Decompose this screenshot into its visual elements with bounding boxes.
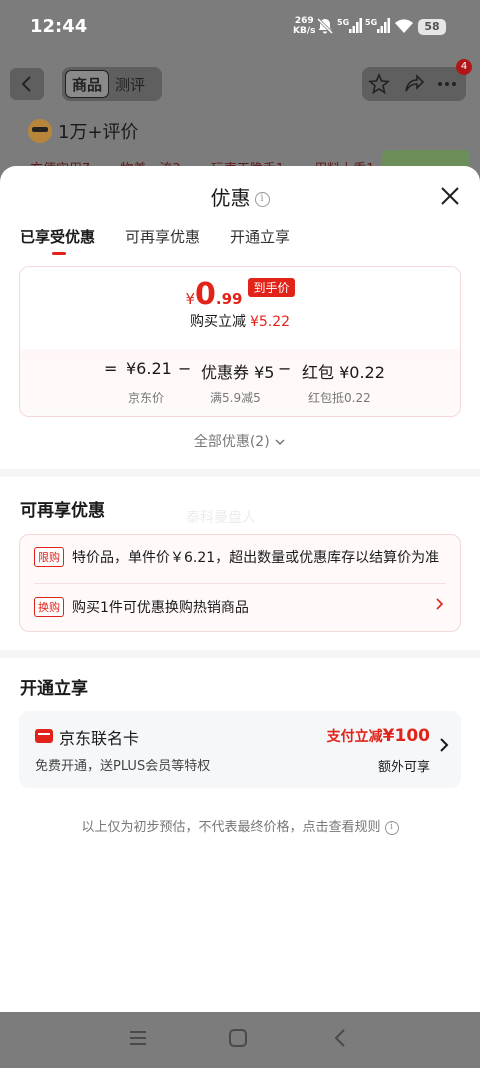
back-icon[interactable] [330,1028,350,1048]
card-name: 京东联名卡 [59,729,140,748]
product-review-switch[interactable]: 商品 测评 [62,67,162,101]
signal-5g-icon: 5G [337,18,362,33]
redpacket-amount: 红包 ¥0.22 [302,363,385,382]
battery-indicator: 58 [418,19,446,35]
status-bar: 12:44 269 KB/s 5G 5G 58 [0,0,480,54]
back-button[interactable] [10,68,44,100]
sheet-title: 优惠 i [0,182,480,211]
home-icon[interactable] [228,1028,248,1048]
share-icon[interactable] [403,73,425,95]
background-product-page: 商品 测评 4 1万+评价 方便实用7 物美一流3 玩声干脆手1 用料上乘1 [0,54,480,190]
jd-price: ¥6.21 [126,359,172,378]
menu-icon[interactable] [128,1028,148,1048]
more-deals-list: 限购 特价品，单件价￥6.21，超出数量或优惠库存以结算价为准 换购 购买1件可… [19,534,461,632]
coupon-amount: 优惠券 ¥5 [201,363,275,382]
section-divider [0,650,480,658]
info-icon: i [384,820,399,835]
info-icon[interactable]: i [254,192,270,207]
chevron-down-icon [275,439,285,446]
tab-more-deals[interactable]: 可再享优惠 [125,226,200,247]
chevron-left-icon [21,76,31,92]
net-speed: 269 KB/s [293,16,316,36]
top-right-actions: 4 [362,59,472,101]
redpacket-label: 红包抵0.22 [308,391,371,405]
system-nav-bar [0,1012,480,1068]
close-icon[interactable] [438,184,462,208]
status-time: 12:44 [30,16,88,37]
final-price: ¥ 0 .99 到手价 [20,267,460,311]
wifi-icon [395,19,413,33]
purchase-reduction: 购买立减 ¥5.22 [189,314,291,330]
jd-cobrand-card-offer[interactable]: 京东联名卡 免费开通，送PLUS会员等特权 支付立减¥100 额外可享 [19,711,461,788]
all-deals-toggle[interactable]: 全部优惠(2) [0,431,480,451]
section-divider [0,469,480,477]
price-breakdown-card: ¥ 0 .99 到手价 购买立减 ¥5.22 = ¥6.21 − 优惠券 ¥5 −… [19,266,461,417]
sheet-tabs: 已享受优惠 可再享优惠 开通立享 [20,226,320,255]
coupon-label: 满5.9减5 [210,391,261,405]
card-promo: 支付立减¥100 [326,726,430,746]
section-title-more-deals: 可再享优惠 [20,501,105,521]
star-icon[interactable] [368,73,390,95]
more-icon[interactable] [436,73,458,95]
svg-text:5G: 5G [365,18,377,27]
svg-text:5G: 5G [337,18,349,27]
tab-review[interactable]: 测评 [109,74,145,95]
price-formula: = ¥6.21 − 优惠券 ¥5 − 红包 ¥0.22 京东价 满5.9减5 红… [20,349,460,416]
tab-open-enjoy[interactable]: 开通立享 [230,226,290,247]
rules-footnote[interactable]: 以上仅为初步预估，不代表最终价格，点击查看规则 i [0,816,480,835]
final-price-tag: 到手价 [248,278,295,297]
deal-item-exchange[interactable]: 换购 购买1件可优惠换购热销商品 [34,595,249,619]
deal-pill: 换购 [34,597,64,617]
review-count[interactable]: 1万+评价 [28,118,139,144]
deal-item-limit[interactable]: 限购 特价品，单件价￥6.21，超出数量或优惠库存以结算价为准 [34,545,439,569]
signal-5g-icon: 5G [365,18,390,33]
watermark: 泰科曼盘人 [186,510,256,526]
jd-price-label: 京东价 [128,391,165,405]
chevron-right-icon[interactable] [434,597,444,611]
chevron-right-icon [440,738,449,752]
notification-badge: 4 [456,59,472,75]
mute-bell-icon [316,17,334,35]
sunglasses-emoji-icon [28,119,52,143]
credit-card-icon [35,729,53,743]
section-title-open-enjoy: 开通立享 [20,679,88,699]
discount-sheet: 优惠 i 已享受优惠 可再享优惠 开通立享 ¥ 0 .99 到手价 购买立减 ¥5.… [0,166,480,1012]
tab-enjoyed-deals[interactable]: 已享受优惠 [20,226,95,255]
card-extra: 额外可享 [377,760,430,775]
deal-divider [34,583,446,584]
tab-product[interactable]: 商品 [65,70,110,98]
card-desc: 免费开通，送PLUS会员等特权 [35,759,211,774]
deal-pill: 限购 [34,547,64,567]
